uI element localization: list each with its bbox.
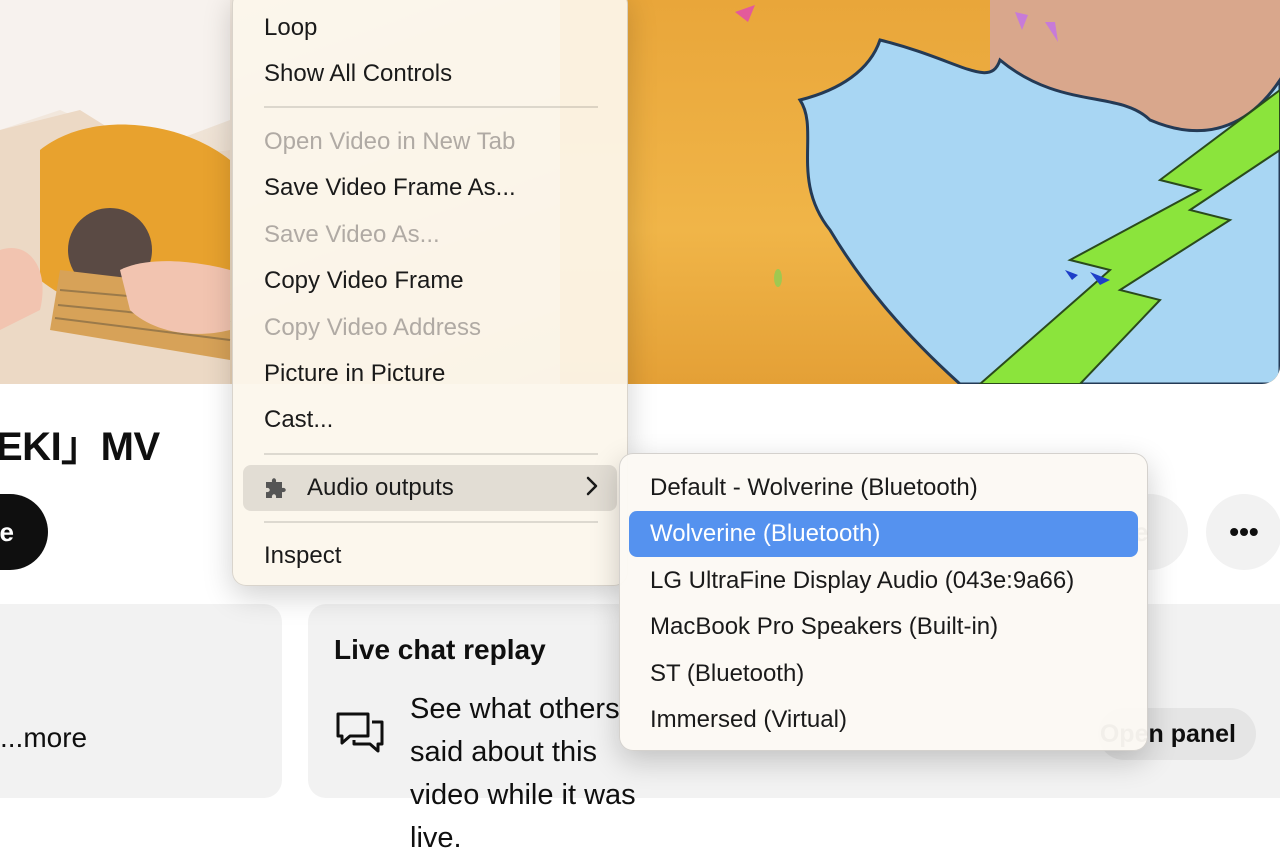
menu-item-loop[interactable]: Loop — [243, 7, 617, 49]
audio-output-st[interactable]: ST (Bluetooth) — [629, 651, 1138, 697]
menu-item-inspect[interactable]: Inspect — [243, 535, 617, 577]
audio-output-default-wolverine[interactable]: Default - Wolverine (Bluetooth) — [629, 465, 1138, 511]
menu-item-cast[interactable]: Cast... — [243, 399, 617, 441]
subscribe-button[interactable]: e — [0, 494, 48, 570]
menu-item-copy-video-address: Copy Video Address — [264, 314, 482, 341]
video-title: EKI」MV — [0, 425, 160, 469]
menu-item-save-video-as: Save Video As... — [264, 221, 440, 248]
menu-item-show-all-controls[interactable]: Show All Controls — [243, 53, 617, 95]
puzzle-icon — [266, 478, 286, 498]
menu-item-audio-outputs-label: Audio outputs — [307, 474, 454, 501]
live-chat-title: Live chat replay — [334, 634, 546, 665]
menu-separator — [264, 106, 598, 108]
menu-item-audio-outputs[interactable]: Audio outputs — [243, 465, 617, 511]
audio-output-immersed[interactable]: Immersed (Virtual) — [629, 697, 1138, 743]
video-player[interactable] — [0, 0, 1280, 384]
more-dots-icon: ••• — [1229, 516, 1259, 547]
description-more-link[interactable]: ...more — [0, 722, 87, 754]
audio-output-wolverine[interactable]: Wolverine (Bluetooth) — [629, 511, 1138, 557]
menu-separator — [264, 521, 598, 523]
menu-item-picture-in-picture[interactable]: Picture in Picture — [243, 353, 617, 395]
video-context-menu: Loop Show All Controls Open Video in New… — [232, 0, 628, 586]
video-frame-art — [0, 0, 1280, 384]
description-card[interactable]: ...more — [0, 604, 282, 798]
live-chat-description: See what others said about this video wh… — [410, 693, 636, 854]
audio-output-lg-ultrafine[interactable]: LG UltraFine Display Audio (043e:9a66) — [629, 558, 1138, 604]
menu-item-copy-video-frame[interactable]: Copy Video Frame — [243, 260, 617, 302]
chevron-right-icon — [586, 476, 598, 496]
more-actions-button[interactable]: ••• — [1206, 494, 1280, 570]
audio-output-macbook-speakers[interactable]: MacBook Pro Speakers (Built-in) — [629, 604, 1138, 650]
menu-item-open-video-new-tab: Open Video in New Tab — [264, 128, 516, 155]
menu-separator — [264, 453, 598, 455]
menu-item-save-video-frame-as[interactable]: Save Video Frame As... — [243, 167, 617, 209]
chat-bubbles-icon — [336, 712, 384, 753]
audio-outputs-submenu: Default - Wolverine (Bluetooth) Wolverin… — [619, 453, 1148, 751]
